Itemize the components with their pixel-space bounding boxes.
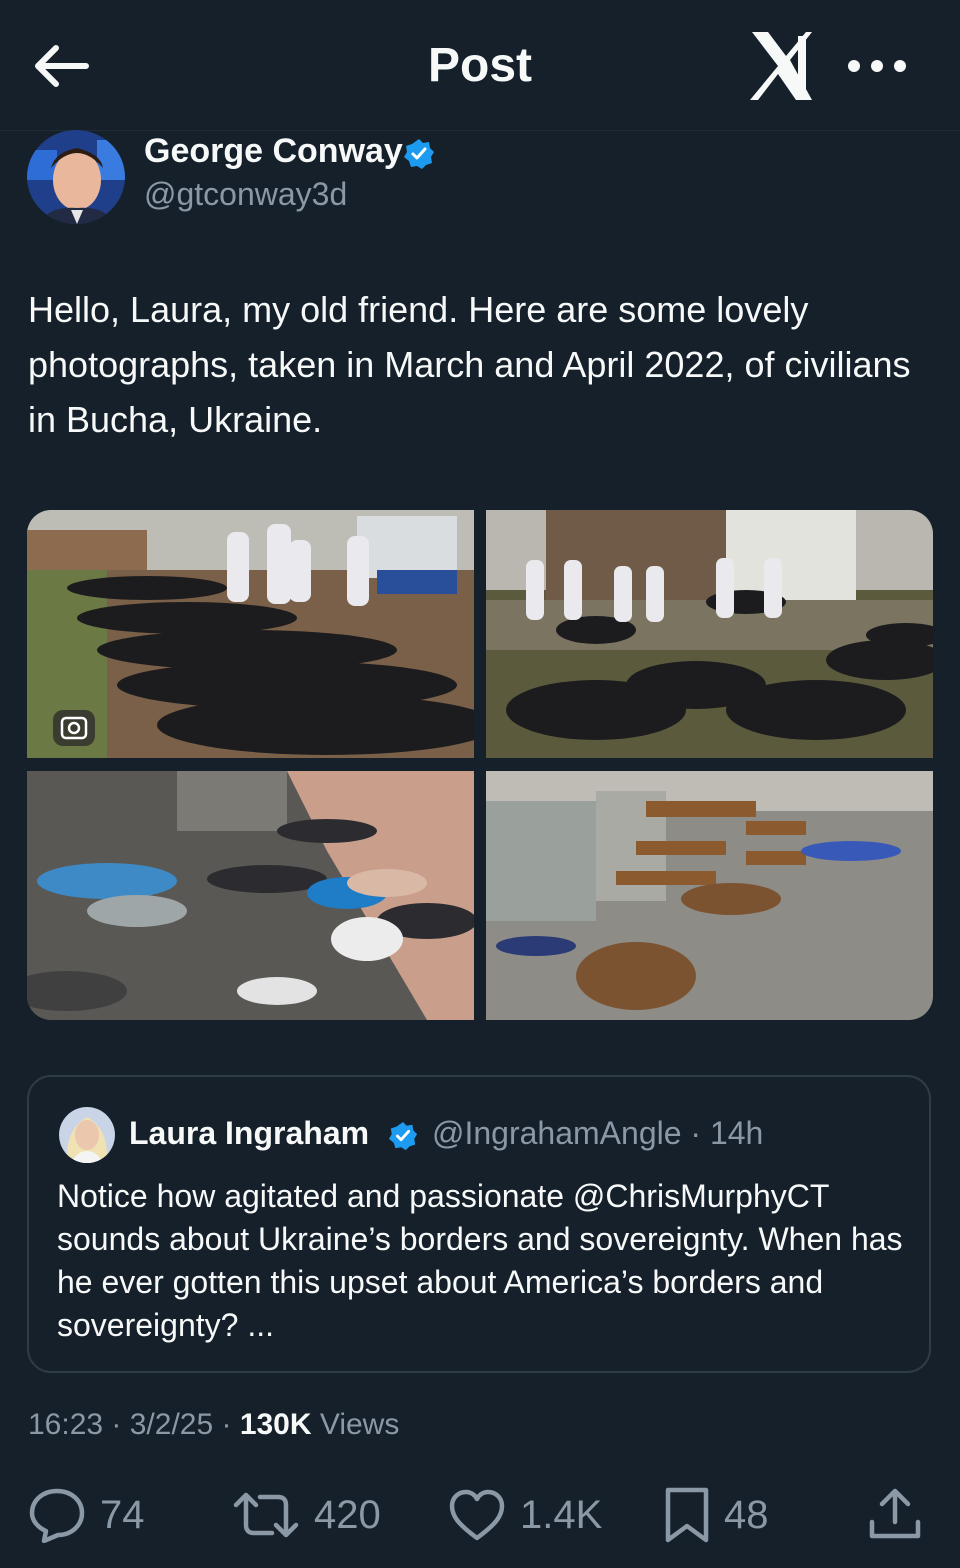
header-divider (0, 130, 960, 131)
top-bar: Post (0, 0, 960, 132)
bookmark-count: 48 (724, 1492, 769, 1537)
share-icon (869, 1488, 921, 1539)
bookmark-button[interactable]: 48 (664, 1480, 769, 1550)
post-timestamp: 16:23 · 3/2/25 · (28, 1408, 240, 1441)
bookmark-icon (665, 1487, 709, 1543)
repost-count: 420 (314, 1492, 381, 1537)
like-icon (449, 1489, 505, 1541)
views-count: 130K (239, 1408, 312, 1441)
post-timestamp-views: 16:23 · 3/2/25 · 130K Views (28, 1408, 399, 1442)
quoted-post-text: Notice how agitated and passionate @Chri… (57, 1178, 903, 1343)
reply-count: 74 (100, 1492, 145, 1537)
quoted-handle-time: @IngrahamAngle · 14h (432, 1115, 764, 1151)
more-icon (848, 60, 906, 72)
photo-grid (27, 510, 933, 1020)
views-label: Views (311, 1408, 400, 1441)
repost-button[interactable]: 420 (232, 1480, 381, 1550)
verified-badge-icon (388, 1121, 418, 1151)
like-count: 1.4K (520, 1492, 603, 1537)
photo-1[interactable] (27, 510, 474, 758)
x-logo-icon[interactable] (748, 30, 814, 102)
post-text: Hello, Laura, my old friend. Here are so… (28, 289, 911, 440)
more-options-button[interactable] (846, 46, 908, 86)
quoted-author-avatar[interactable] (59, 1107, 115, 1163)
author-avatar[interactable] (27, 130, 125, 224)
share-button[interactable] (866, 1480, 938, 1550)
photo-3[interactable] (27, 771, 474, 1020)
reply-button[interactable]: 74 (28, 1480, 145, 1550)
author-name[interactable]: George Conway (144, 132, 403, 171)
author-handle[interactable]: @gtconway3d (144, 176, 347, 213)
like-button[interactable]: 1.4K (448, 1480, 602, 1550)
reply-icon (29, 1488, 85, 1543)
photo-2[interactable] (486, 510, 933, 758)
repost-icon (233, 1492, 299, 1538)
page-title: Post (427, 39, 532, 92)
verified-badge-icon (403, 138, 435, 170)
quoted-post[interactable]: Laura Ingraham @IngrahamAngle · 14h Noti… (27, 1075, 931, 1373)
photo-4[interactable] (486, 771, 933, 1020)
action-bar: 74 420 1.4K 48 (0, 1480, 960, 1550)
quoted-author-name[interactable]: Laura Ingraham (129, 1115, 369, 1152)
lens-icon[interactable] (53, 710, 95, 746)
